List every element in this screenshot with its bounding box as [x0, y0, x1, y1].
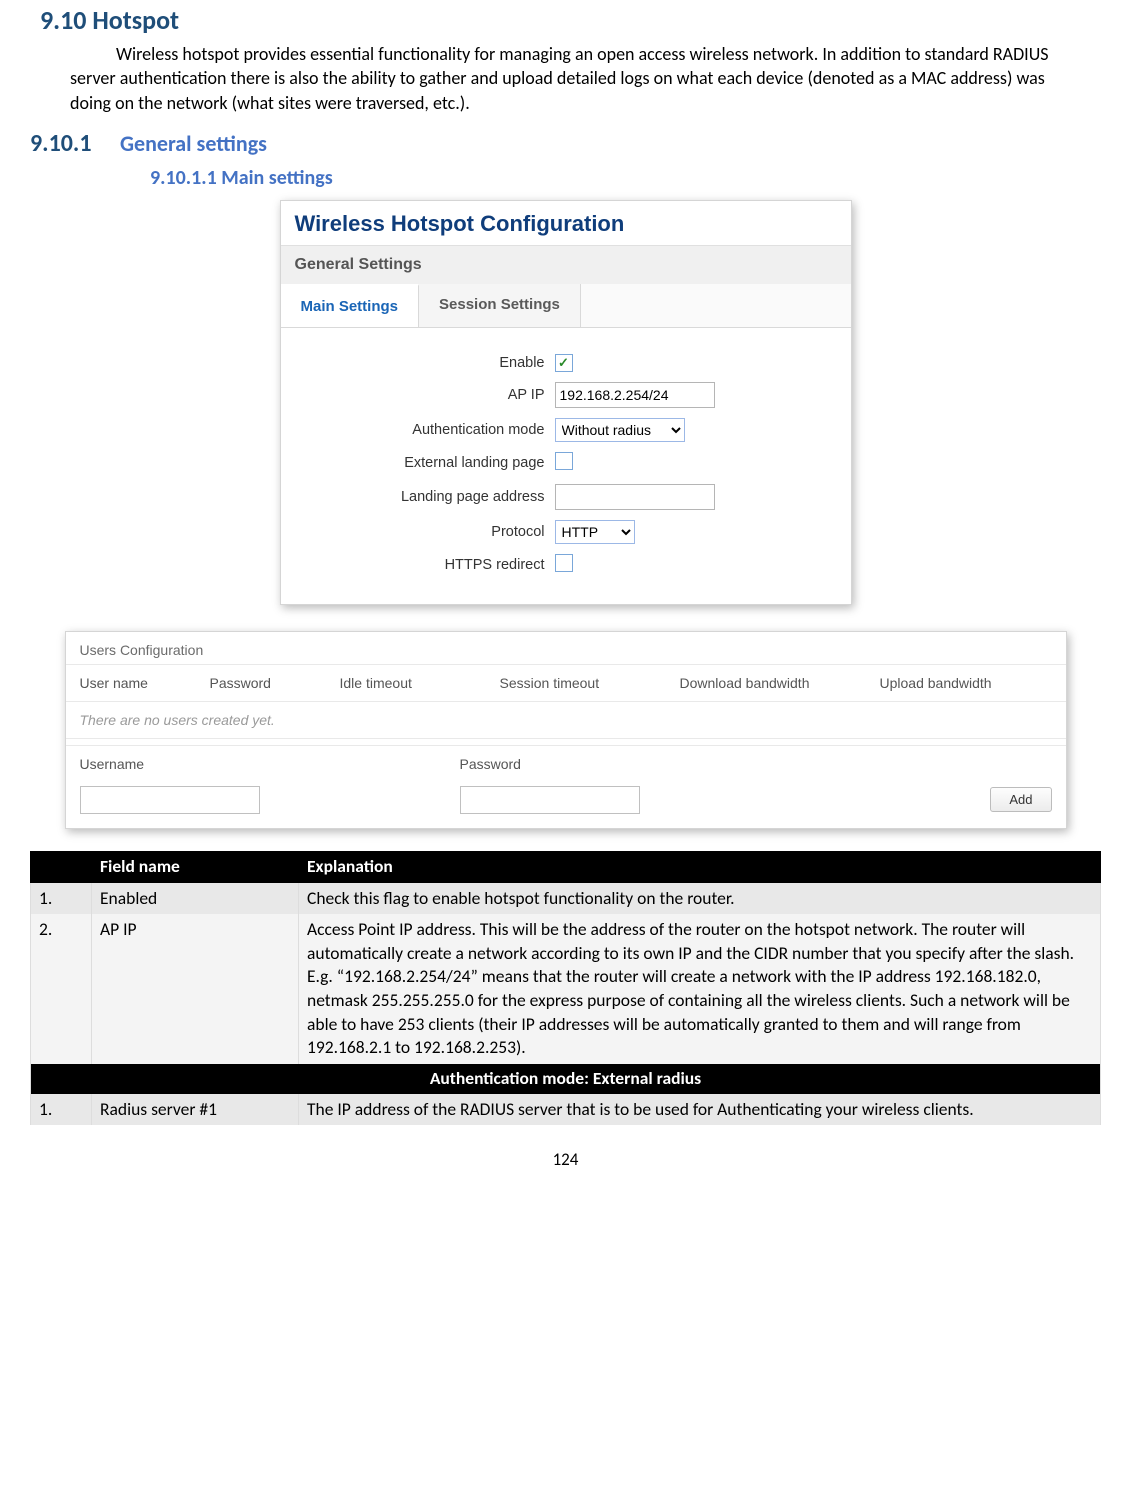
table-row: 1. Enabled Check this flag to enable hot…	[31, 882, 1101, 914]
field-description-table: Field name Explanation 1. Enabled Check …	[30, 851, 1101, 1125]
cell-num: 1.	[31, 882, 92, 914]
protocol-label: Protocol	[295, 524, 555, 540]
col-download-bw: Download bandwidth	[680, 675, 880, 691]
users-config-panel: Users Configuration User name Password I…	[65, 631, 1067, 829]
cell-field: Radius server #1	[92, 1094, 299, 1126]
add-password-label: Password	[460, 756, 1052, 772]
col-upload-bw: Upload bandwidth	[880, 675, 1040, 691]
tab-session-settings[interactable]: Session Settings	[419, 284, 581, 327]
cell-field: Enabled	[92, 882, 299, 914]
heading-hotspot: 9.10 Hotspot	[40, 4, 1101, 36]
add-user-labels: Username Password	[66, 745, 1066, 782]
cell-expl: Check this flag to enable hotspot functi…	[299, 882, 1101, 914]
form-area: Enable ✓ AP IP Authentication mode Witho…	[281, 328, 851, 604]
httpsredirect-checkbox[interactable]	[555, 554, 573, 572]
col-idle-timeout: Idle timeout	[340, 675, 500, 691]
cell-expl: The IP address of the RADIUS server that…	[299, 1094, 1101, 1126]
heading-general-settings-row: 9.10.1 General settings	[30, 129, 1101, 158]
wireless-hotspot-config-panel: Wireless Hotspot Configuration General S…	[280, 200, 852, 605]
page-number: 124	[30, 1149, 1101, 1170]
panel-subtitle: General Settings	[281, 246, 851, 284]
tabs: Main Settings Session Settings	[281, 284, 851, 328]
apip-input[interactable]	[555, 382, 715, 408]
extlanding-checkbox[interactable]	[555, 452, 573, 470]
col-username: User name	[80, 675, 210, 691]
col-password: Password	[210, 675, 340, 691]
add-username-label: Username	[80, 756, 460, 772]
th-fieldname: Field name	[92, 851, 299, 882]
apip-label: AP IP	[295, 387, 555, 403]
protocol-select[interactable]: HTTP	[555, 520, 635, 544]
heading-number: 9.10.1	[30, 129, 120, 158]
httpsredirect-label: HTTPS redirect	[295, 557, 555, 573]
cell-num: 2.	[31, 914, 92, 1064]
authmode-select[interactable]: Without radius	[555, 418, 685, 442]
table-row: 1. Radius server #1 The IP address of th…	[31, 1094, 1101, 1126]
th-blank	[31, 851, 92, 882]
table-section-header: Authentication mode: External radius	[31, 1064, 1101, 1094]
users-table-header: User name Password Idle timeout Session …	[66, 664, 1066, 701]
heading-general-settings: General settings	[120, 130, 267, 157]
th-explanation: Explanation	[299, 851, 1101, 882]
enable-checkbox[interactable]: ✓	[555, 354, 573, 372]
users-config-title: Users Configuration	[66, 632, 1066, 664]
auth-ext-radius-header: Authentication mode: External radius	[31, 1064, 1101, 1094]
table-row: 2. AP IP Access Point IP address. This w…	[31, 914, 1101, 1064]
enable-label: Enable	[295, 355, 555, 371]
cell-expl: Access Point IP address. This will be th…	[299, 914, 1101, 1064]
tab-main-settings[interactable]: Main Settings	[281, 284, 420, 327]
users-empty-message: There are no users created yet.	[66, 701, 1066, 738]
intro-text: Wireless hotspot provides essential func…	[70, 43, 1049, 114]
authmode-label: Authentication mode	[295, 422, 555, 438]
extlanding-label: External landing page	[295, 455, 555, 471]
cell-field: AP IP	[92, 914, 299, 1064]
add-password-input[interactable]	[460, 786, 640, 814]
add-user-button[interactable]: Add	[990, 787, 1051, 812]
landingaddr-input[interactable]	[555, 484, 715, 510]
intro-paragraph: Wireless hotspot provides essential func…	[70, 42, 1061, 115]
add-username-input[interactable]	[80, 786, 260, 814]
panel-title: Wireless Hotspot Configuration	[281, 201, 851, 246]
cell-num: 1.	[31, 1094, 92, 1126]
landingaddr-label: Landing page address	[295, 489, 555, 505]
col-session-timeout: Session timeout	[500, 675, 680, 691]
heading-main-settings: 9.10.1.1 Main settings	[150, 166, 1101, 190]
